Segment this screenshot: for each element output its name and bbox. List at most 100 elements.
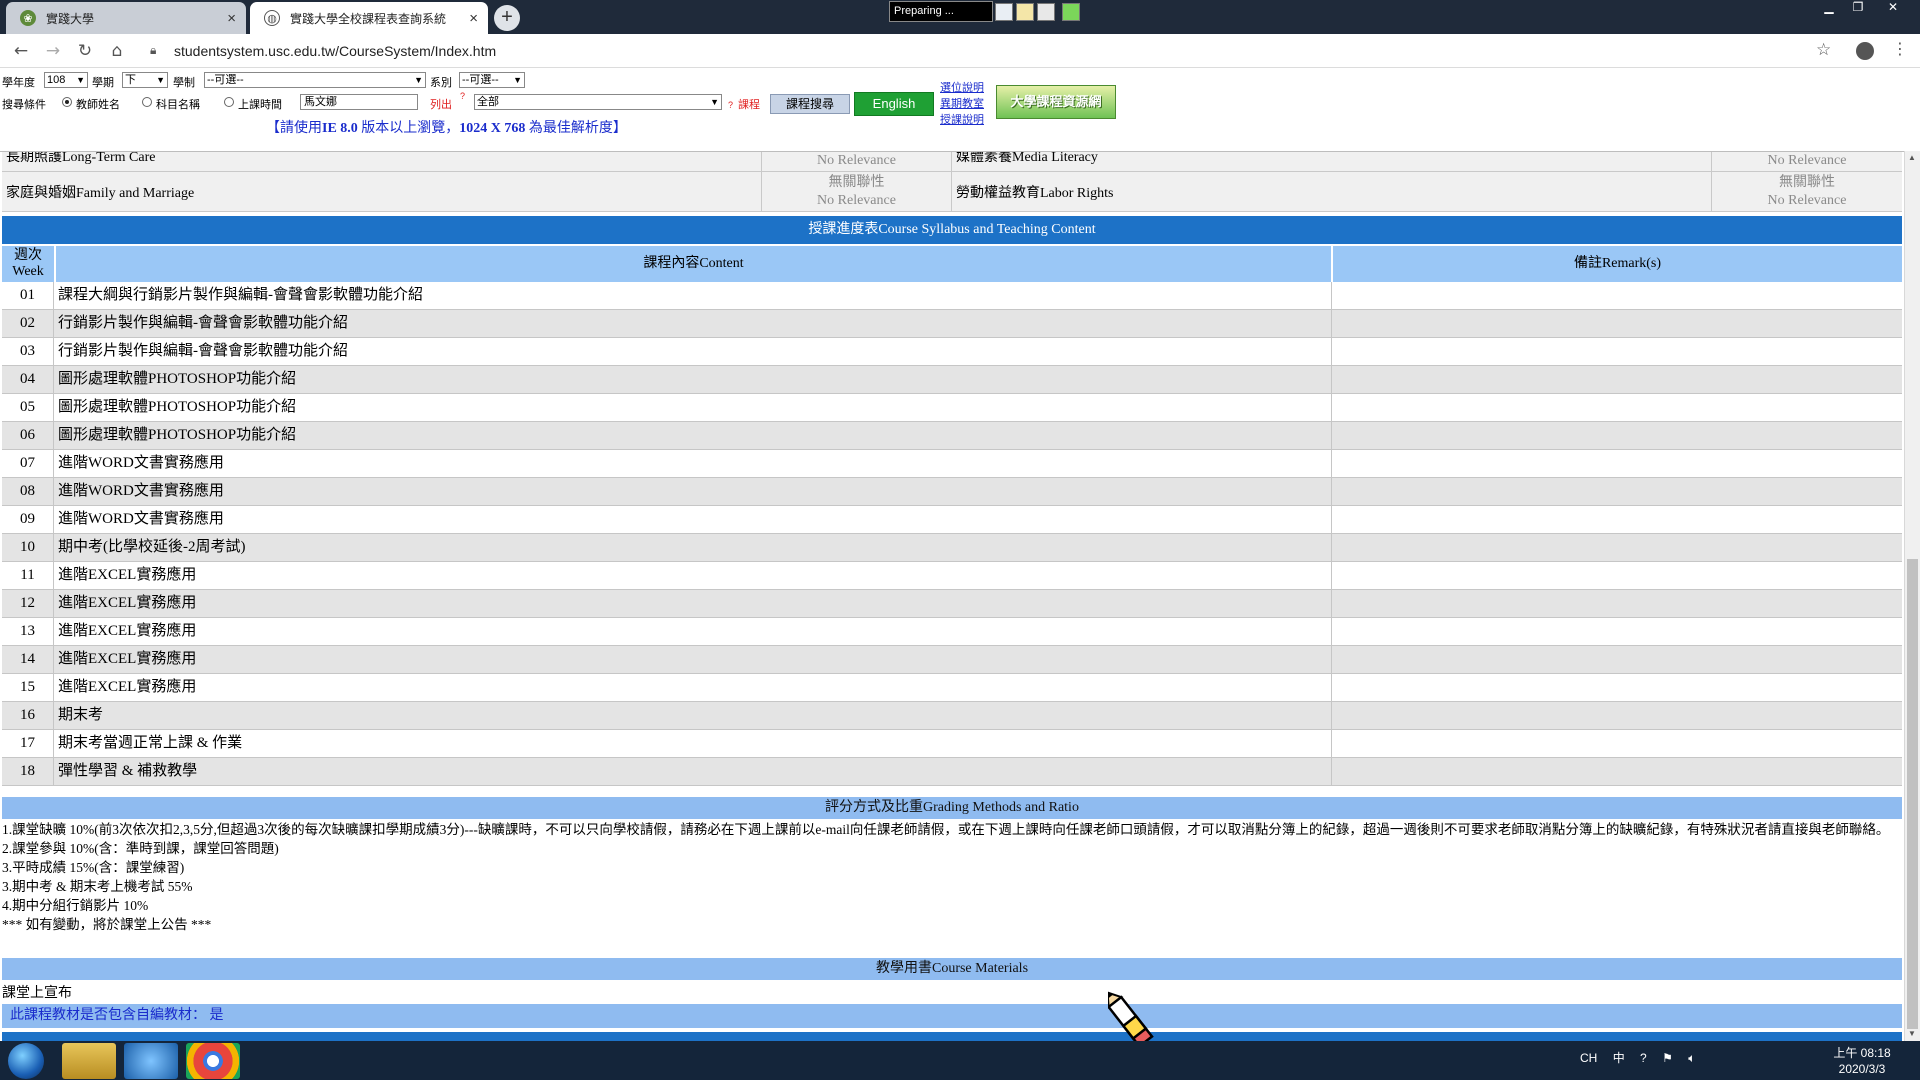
pen-icon[interactable] — [1016, 3, 1034, 21]
syllabus-week-row: 17 期末考當週正常上課 & 作業 — [2, 730, 1902, 758]
dept-value: --可選-- — [462, 74, 499, 86]
week-content: 圖形處理軟體PHOTOSHOP功能介紹 — [56, 394, 1332, 421]
week-number: 10 — [2, 534, 54, 561]
browser-menu-icon[interactable]: ⋮ — [1892, 39, 1908, 58]
week-remark — [1333, 534, 1902, 561]
week-content: 圖形處理軟體PHOTOSHOP功能介紹 — [56, 422, 1332, 449]
year-select[interactable]: 108 ▼ — [44, 72, 88, 88]
course-search-button[interactable]: 課程搜尋 — [770, 94, 850, 114]
syllabus-week-row: 09 進階WORD文書實務應用 — [2, 506, 1902, 534]
restore-icon[interactable]: ❐ — [1845, 0, 1871, 18]
teacher-name-input[interactable]: 馬文娜 — [300, 94, 418, 110]
syllabus-week-row: 07 進階WORD文書實務應用 — [2, 450, 1902, 478]
tab-course-system[interactable]: ◍ 實踐大學全校課程表查詢系統 × — [250, 2, 488, 34]
link-seat-info[interactable]: 選位說明 — [940, 79, 984, 95]
help-icon[interactable]: ? — [1640, 1051, 1647, 1065]
week-number: 05 — [2, 394, 54, 421]
start-button[interactable] — [8, 1043, 44, 1079]
relevance-en: No Relevance — [817, 193, 896, 208]
teacher-name-value: 馬文娜 — [304, 96, 337, 108]
speaker-icon[interactable]: 🔈︎ — [1688, 1051, 1695, 1065]
week-remark — [1333, 562, 1902, 589]
week-content: 進階EXCEL實務應用 — [56, 590, 1332, 617]
year-value: 108 — [47, 74, 66, 86]
ime-indicator[interactable]: 中 — [1613, 1051, 1625, 1065]
grading-line: 3.平時成績 15%(含：課堂練習) — [2, 860, 185, 875]
radio-time-label: 上課時間 — [238, 99, 282, 111]
reload-icon[interactable]: ↻ — [74, 40, 96, 62]
flag-icon[interactable]: ⚑ — [1662, 1051, 1673, 1065]
system-select[interactable]: --可選-- ▼ — [204, 72, 426, 88]
week-number: 14 — [2, 646, 54, 673]
relevance-en: No Relevance — [1767, 193, 1847, 208]
clock-time: 上午 08:18 — [1833, 1046, 1891, 1060]
relevance-topic: 勞動權益教育Labor Rights — [952, 172, 1712, 211]
bookmark-star-icon[interactable]: ☆ — [1816, 40, 1831, 60]
account-icon[interactable] — [1856, 42, 1874, 60]
syllabus-week-row: 06 圖形處理軟體PHOTOSHOP功能介紹 — [2, 422, 1902, 450]
self-made-value: 是 — [209, 1008, 224, 1023]
semester-label: 學期 — [92, 77, 114, 89]
syllabus-week-row: 13 進階EXCEL實務應用 — [2, 618, 1902, 646]
link-classroom[interactable]: 異期教室 — [940, 95, 984, 111]
semester-select[interactable]: 下 ▼ — [122, 72, 168, 88]
close-window-icon[interactable]: ✕ — [1880, 0, 1906, 18]
close-tab-icon[interactable]: × — [227, 10, 236, 27]
chrome-icon[interactable] — [186, 1043, 240, 1079]
scroll-down-icon[interactable]: ▼ — [1908, 1029, 1916, 1038]
home-icon[interactable]: ⌂ — [106, 40, 128, 62]
scissors-icon[interactable] — [1037, 3, 1055, 21]
dept-select[interactable]: --可選-- ▼ — [459, 72, 525, 88]
file-explorer-icon[interactable] — [62, 1043, 116, 1079]
link-teaching-info[interactable]: 授課說明 — [940, 111, 984, 127]
grading-line: 4.期中分組行銷影片 10% — [2, 898, 149, 913]
url-field[interactable]: 🔒︎ studentsystem.usc.edu.tw/CourseSystem… — [140, 38, 1800, 64]
week-content: 彈性學習 & 補救教學 — [56, 758, 1332, 785]
radio-teacher[interactable] — [62, 97, 72, 107]
radio-course-label: 科目名稱 — [156, 99, 200, 111]
dropdown-arrow-icon: ▼ — [513, 75, 522, 85]
back-icon[interactable]: ← — [10, 40, 32, 62]
course-detail-page: 長期照護Long-Term Care No Relevance 媒體素養Medi… — [0, 151, 1904, 1041]
system-clock[interactable]: 上午 08:18 2020/3/3 — [1822, 1045, 1902, 1077]
syllabus-week-row: 10 期中考(比學校延後-2周考試) — [2, 534, 1902, 562]
notice-ie-version: IE 8.0 — [322, 121, 358, 136]
week-number: 11 — [2, 562, 54, 589]
forward-icon[interactable]: → — [42, 40, 64, 62]
week-content: 圖形處理軟體PHOTOSHOP功能介紹 — [56, 366, 1332, 393]
scope-select[interactable]: 全部 ▼ — [474, 94, 722, 110]
internet-explorer-icon[interactable] — [124, 1043, 178, 1079]
radio-course[interactable] — [142, 97, 152, 107]
syllabus-week-row: 03 行銷影片製作與編輯-會聲會影軟體功能介紹 — [2, 338, 1902, 366]
close-tab-icon[interactable]: × — [469, 10, 478, 27]
week-number: 17 — [2, 730, 54, 757]
radio-time[interactable] — [224, 97, 234, 107]
page-scrollbar[interactable]: ▲ ▼ — [1904, 151, 1920, 1041]
syllabus-week-row: 04 圖形處理軟體PHOTOSHOP功能介紹 — [2, 366, 1902, 394]
scrollbar-thumb[interactable] — [1907, 559, 1918, 1029]
week-header-en: Week — [12, 264, 44, 279]
recorder-status: Preparing ... — [889, 1, 993, 22]
browser-title-bar: ❀ 實踐大學 × ◍ 實踐大學全校課程表查詢系統 × + Preparing .… — [0, 0, 1920, 34]
week-content: 行銷影片製作與編輯-會聲會影軟體功能介紹 — [56, 310, 1332, 337]
screen-icon[interactable] — [995, 3, 1013, 21]
materials-text: 課堂上宣布 — [2, 986, 72, 1001]
tab-usc-home[interactable]: ❀ 實踐大學 × — [6, 2, 246, 34]
help-icon: ? — [728, 100, 734, 110]
relevance-zh: 無關聯性 — [828, 175, 885, 190]
scroll-up-icon[interactable]: ▲ — [1908, 153, 1916, 162]
english-button[interactable]: English — [854, 92, 934, 116]
course-resource-banner[interactable]: 大學課程資源網 — [996, 85, 1116, 119]
syllabus-week-row: 01 課程大綱與行銷影片製作與編輯-會聲會影軟體功能介紹 — [2, 282, 1902, 310]
language-indicator[interactable]: CH — [1580, 1051, 1597, 1065]
week-remark — [1333, 506, 1902, 533]
windows-taskbar: CH 中 ? ⚑ 🔈︎ 上午 08:18 2020/3/3 — [0, 1041, 1920, 1080]
relevance-row: 長期照護Long-Term Care No Relevance 媒體素養Medi… — [2, 152, 1902, 172]
criteria-label: 搜尋條件 — [2, 99, 46, 111]
new-tab-button[interactable]: + — [494, 5, 520, 31]
week-remark — [1333, 478, 1902, 505]
content-column-header: 課程內容Content — [56, 246, 1332, 282]
minimize-icon[interactable]: ▁ — [1816, 0, 1842, 18]
green-square-icon[interactable] — [1062, 3, 1080, 21]
week-remark — [1333, 310, 1902, 337]
